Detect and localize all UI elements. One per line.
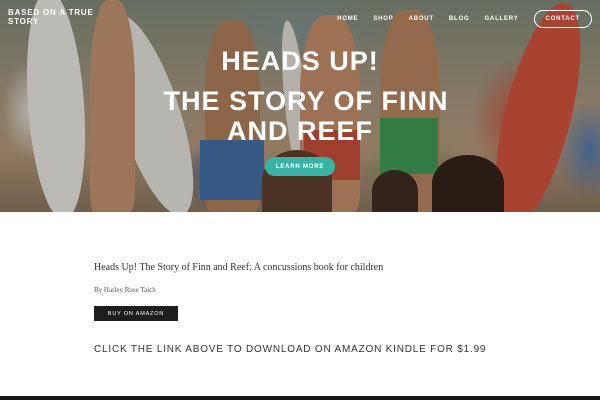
main-nav: HOME SHOP ABOUT BLOG GALLERY CONTACT (337, 10, 592, 28)
hero-title-line2: THE STORY OF FINN (163, 86, 449, 116)
contact-button[interactable]: CONTACT (533, 10, 592, 28)
buy-on-amazon-button[interactable]: BUY ON AMAZON (94, 306, 178, 321)
nav-blog[interactable]: BLOG (449, 11, 470, 27)
learn-more-button[interactable]: LEARN MORE (265, 157, 335, 176)
hero-title-line3: AND REEF (226, 116, 373, 146)
hero-title-line1: HEADS UP! (221, 46, 379, 76)
book-title: Heads Up! The Story of Finn and Reef: A … (94, 262, 384, 273)
book-author: By Harley Rose Taich (94, 286, 156, 294)
hero-banner: BASED ON A TRUE STORY HOME SHOP ABOUT BL… (0, 0, 600, 212)
site-logo[interactable]: BASED ON A TRUE STORY (8, 8, 118, 26)
nav-shop[interactable]: SHOP (373, 11, 393, 27)
nav-gallery[interactable]: GALLERY (484, 11, 518, 27)
nav-about[interactable]: ABOUT (409, 11, 434, 27)
kindle-note: CLICK THE LINK ABOVE TO DOWNLOAD ON AMAZ… (94, 344, 487, 355)
nav-home[interactable]: HOME (337, 11, 358, 27)
footer-strip (0, 396, 600, 400)
